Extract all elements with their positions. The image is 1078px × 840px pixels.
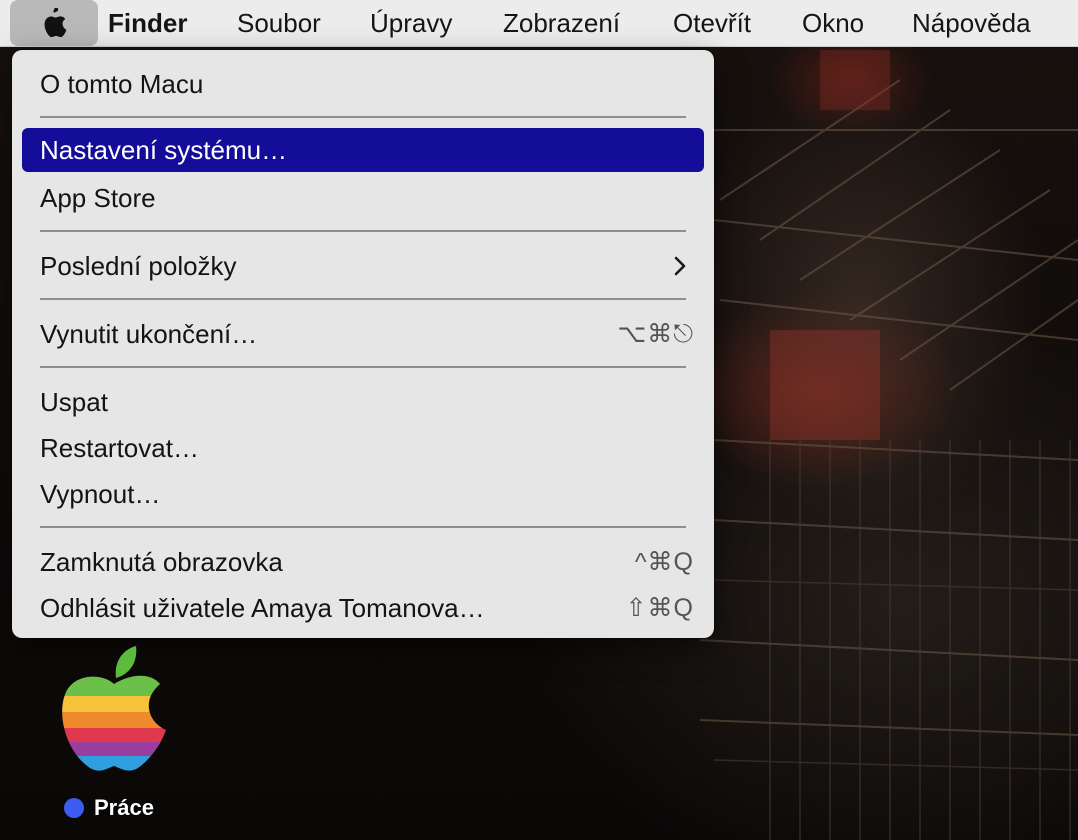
menu-separator: [40, 526, 686, 528]
color-tag-dot: [64, 798, 84, 818]
desktop-item-label[interactable]: Práce: [64, 794, 154, 822]
desktop-item-name: Práce: [94, 795, 154, 820]
menu-item-recent-items[interactable]: Poslední položky: [22, 244, 704, 288]
rainbow-apple-icon[interactable]: [56, 644, 172, 774]
menu-item-log-out[interactable]: Odhlásit uživatele Amaya Tomanova… ⇧⌘Q: [22, 586, 704, 630]
menu-item-shut-down[interactable]: Vypnout…: [22, 472, 704, 516]
menu-zobrazeni[interactable]: Zobrazení: [503, 0, 620, 46]
apple-logo-icon: [44, 8, 67, 38]
menu-separator: [40, 116, 686, 118]
menu-otevrit[interactable]: Otevřít: [673, 0, 751, 46]
menu-okno[interactable]: Okno: [802, 0, 864, 46]
menu-item-system-settings[interactable]: Nastavení systému…: [22, 128, 704, 172]
menu-item-label: Vypnout…: [40, 479, 161, 509]
menu-item-label: Vynutit ukončení…: [40, 319, 258, 349]
menu-item-lock-screen[interactable]: Zamknutá obrazovka ^⌘Q: [22, 540, 704, 584]
menu-item-label: Restartovat…: [40, 433, 199, 463]
menu-soubor[interactable]: Soubor: [237, 0, 321, 46]
menu-item-label: O tomto Macu: [40, 69, 204, 99]
menu-item-label: Poslední položky: [40, 251, 237, 281]
menu-item-app-store[interactable]: App Store: [22, 176, 704, 220]
menu-upravy[interactable]: Úpravy: [370, 0, 452, 46]
menu-item-restart[interactable]: Restartovat…: [22, 426, 704, 470]
menu-item-label: Uspat: [40, 387, 108, 417]
keyboard-shortcut: ^⌘Q: [634, 548, 694, 576]
menu-item-label: Nastavení systému…: [40, 135, 288, 165]
menu-item-force-quit[interactable]: Vynutit ukončení… ⌥⌘⎋: [22, 312, 704, 356]
menu-separator: [40, 298, 686, 300]
menu-item-label: Zamknutá obrazovka: [40, 547, 283, 577]
chevron-right-icon: [674, 256, 686, 276]
menu-bar: Finder Soubor Úpravy Zobrazení Otevřít O…: [0, 0, 1078, 47]
menu-item-label: Odhlásit uživatele Amaya Tomanova…: [40, 593, 485, 623]
apple-menu-dropdown: O tomto Macu Nastavení systému… App Stor…: [12, 50, 714, 638]
menu-separator: [40, 230, 686, 232]
menu-separator: [40, 366, 686, 368]
keyboard-shortcut: ⇧⌘Q: [625, 594, 694, 622]
apple-menu-button[interactable]: [10, 0, 98, 46]
menu-napoveda[interactable]: Nápověda: [912, 0, 1031, 46]
menu-finder[interactable]: Finder: [108, 0, 187, 46]
menu-item-sleep[interactable]: Uspat: [22, 380, 704, 424]
menu-item-label: App Store: [40, 183, 156, 213]
keyboard-shortcut: ⌥⌘⎋: [617, 320, 694, 348]
menu-item-about-this-mac[interactable]: O tomto Macu: [22, 62, 704, 106]
